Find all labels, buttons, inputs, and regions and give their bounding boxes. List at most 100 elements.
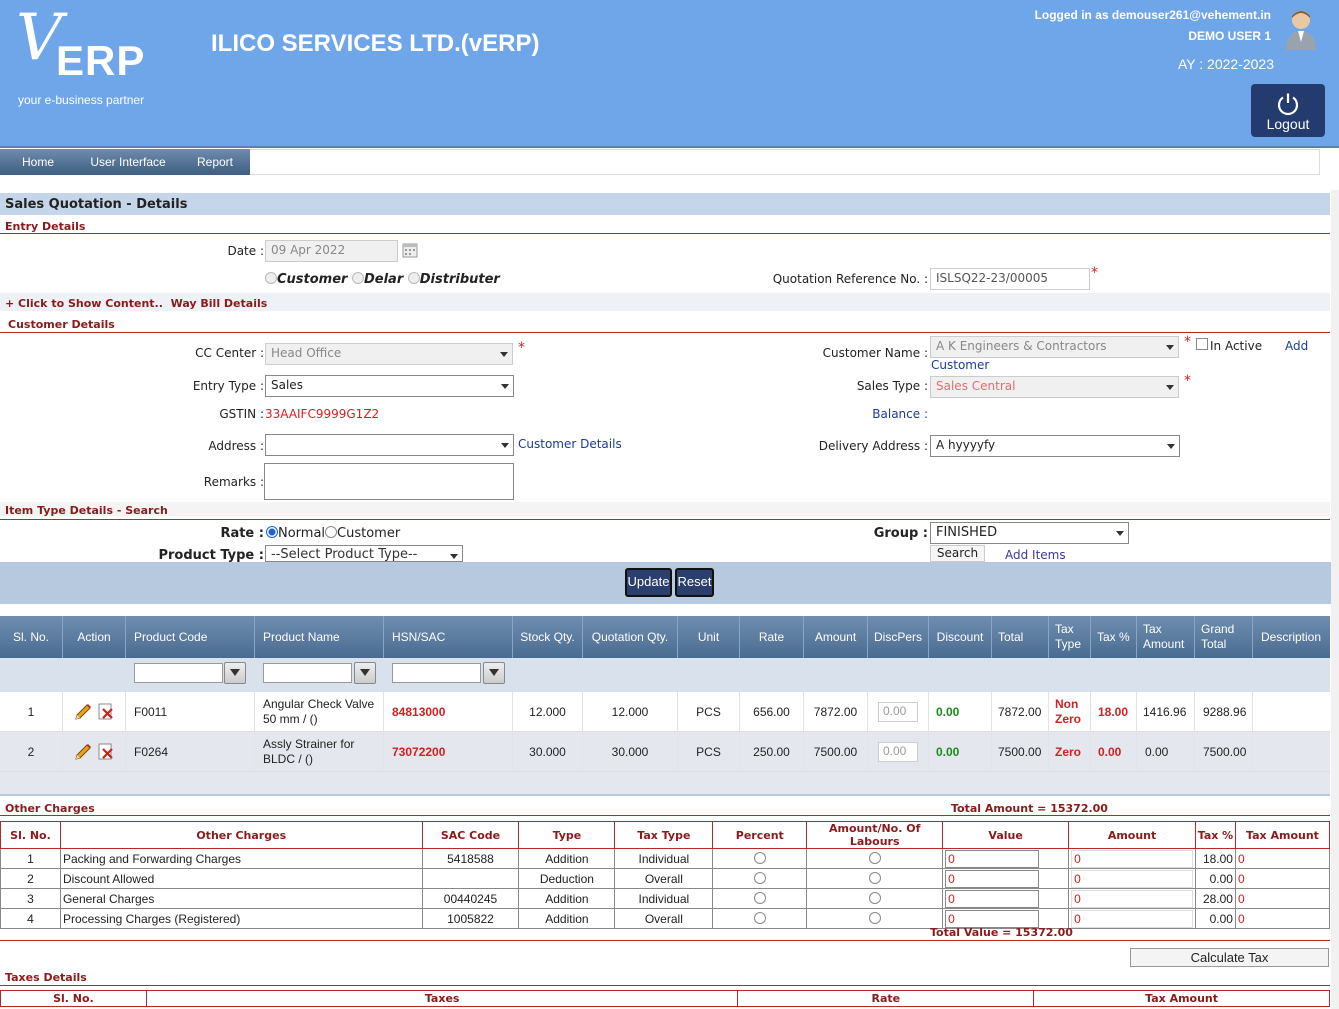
- date-label: Date :: [227, 244, 264, 258]
- cell-action: [63, 732, 126, 772]
- delete-icon[interactable]: [97, 743, 115, 761]
- item-section-title: Item Type Details - Search: [5, 504, 168, 517]
- calculate-tax-button[interactable]: Calculate Tax: [1130, 948, 1329, 967]
- oc-amount-radio[interactable]: [868, 891, 881, 904]
- grid-footer: [0, 772, 1330, 796]
- cell-product-name: Assly Strainer for BLDC / (): [255, 732, 384, 772]
- academic-year: AY : 2022-2023: [1178, 56, 1275, 72]
- oc-percent-cell: [712, 908, 808, 929]
- oc-amount-radio[interactable]: [868, 851, 881, 864]
- add-customer-link-2[interactable]: Customer: [931, 358, 989, 372]
- oc-value-input[interactable]: 0: [945, 889, 1040, 908]
- nav-user-interface[interactable]: User Interface: [76, 149, 180, 175]
- oc-value-input[interactable]: 0: [945, 849, 1040, 868]
- page-scrollbar[interactable]: [1331, 190, 1339, 1009]
- col-tax-type: Tax Type: [1049, 616, 1091, 658]
- section-rule: [0, 985, 1330, 986]
- cell-total: 7500.00: [992, 732, 1049, 772]
- radio-customer[interactable]: [265, 272, 277, 284]
- customer-details-link[interactable]: Customer Details: [518, 437, 622, 451]
- cell-quote-qty: 30.000: [583, 732, 678, 772]
- edit-icon[interactable]: [73, 742, 93, 762]
- oc-value-input[interactable]: 0: [945, 909, 1040, 928]
- add-items-link[interactable]: Add Items: [1005, 548, 1066, 562]
- oc-sac: 5418588: [421, 848, 520, 869]
- oc-value-cell: 0: [942, 868, 1070, 889]
- edit-icon[interactable]: [73, 702, 93, 722]
- cell-unit: PCS: [678, 732, 740, 772]
- add-customer-link[interactable]: Add: [1285, 339, 1308, 353]
- discpers-input[interactable]: 0.00: [878, 742, 918, 762]
- delivery-address-select[interactable]: A hyyyyfy: [930, 435, 1180, 457]
- cell-amount: 7872.00: [804, 692, 868, 732]
- entry-type-select[interactable]: Sales: [265, 375, 514, 397]
- filter-product-name-input[interactable]: [263, 663, 352, 683]
- search-button[interactable]: Search: [930, 545, 985, 562]
- oc-percent-radio[interactable]: [753, 891, 766, 904]
- cc-center-select[interactable]: Head Office: [265, 343, 513, 365]
- cell-description: [1253, 732, 1330, 772]
- radio-rate-normal[interactable]: [266, 526, 278, 538]
- oc-amount-radio[interactable]: [868, 871, 881, 884]
- gstin-label: GSTIN :: [219, 407, 264, 421]
- customer-name-select[interactable]: A K Engineers & Contractors: [930, 336, 1179, 358]
- filter-icon[interactable]: [224, 662, 246, 684]
- filter-hsn-input[interactable]: [392, 663, 481, 683]
- tax-col-slno: Sl. No.: [0, 990, 147, 1007]
- table-row: 2 F0264 Assly Strainer for BLDC / () 730…: [0, 732, 1330, 772]
- section-rule: [0, 519, 1330, 520]
- cell-rate: 250.00: [740, 732, 804, 772]
- radio-distributer[interactable]: [407, 272, 420, 284]
- filter-icon[interactable]: [354, 662, 376, 684]
- oc-value-cell: 0: [942, 888, 1070, 909]
- oc-tax-pct: 0.00: [1194, 908, 1236, 929]
- oc-percent-radio[interactable]: [753, 871, 766, 884]
- radio-rate-customer[interactable]: [325, 526, 338, 538]
- nav-divider: [0, 146, 1339, 148]
- oc-amount: 0: [1071, 909, 1193, 928]
- cell-discpers: 0.00: [868, 692, 929, 732]
- quote-ref-label: Quotation Reference No. :: [772, 272, 928, 286]
- radio-delar[interactable]: [351, 272, 364, 284]
- nav-report[interactable]: Report: [180, 149, 250, 175]
- col-tax-pct: Tax %: [1091, 616, 1137, 658]
- filter-product-code-input[interactable]: [134, 663, 223, 683]
- cell-slno: 1: [0, 692, 63, 732]
- logo-text: ERP: [56, 37, 146, 84]
- oc-tax-type: Individual: [614, 888, 714, 909]
- inactive-checkbox[interactable]: [1196, 338, 1208, 350]
- update-button[interactable]: Update: [625, 568, 672, 597]
- radio-customer-label: Customer: [277, 272, 348, 287]
- oc-name: Packing and Forwarding Charges: [59, 848, 423, 869]
- page-title-bar: [0, 193, 1330, 215]
- quote-ref-input[interactable]: ISLSQ22-23/00005: [930, 268, 1090, 290]
- oc-sac: [421, 868, 520, 889]
- filter-icon[interactable]: [483, 662, 505, 684]
- date-input[interactable]: 09 Apr 2022: [265, 240, 398, 262]
- cell-slno: 2: [0, 732, 63, 772]
- calendar-icon[interactable]: [402, 242, 418, 258]
- delete-icon[interactable]: [97, 703, 115, 721]
- nav-home[interactable]: Home: [0, 149, 76, 175]
- reset-button[interactable]: Reset: [675, 568, 714, 597]
- logout-button[interactable]: Logout: [1251, 84, 1325, 137]
- oc-col-tax-pct: Tax %: [1194, 821, 1236, 849]
- oc-col-name: Other Charges: [59, 821, 423, 849]
- oc-col-amount-labours: Amount/No. Of Labours: [806, 821, 944, 849]
- discpers-input[interactable]: 0.00: [878, 702, 918, 722]
- waybill-toggle[interactable]: + Click to Show Content.. Way Bill Detai…: [5, 297, 267, 310]
- col-amount: Amount: [804, 616, 868, 658]
- oc-value-input[interactable]: 0: [945, 869, 1040, 888]
- group-select[interactable]: FINISHED: [930, 522, 1129, 544]
- oc-percent-radio[interactable]: [753, 911, 766, 924]
- oc-percent-radio[interactable]: [753, 851, 766, 864]
- oc-type: Addition: [518, 848, 616, 869]
- oc-tax-pct: 0.00: [1194, 868, 1236, 889]
- oc-tax-pct: 28.00: [1194, 888, 1236, 909]
- sales-type-select[interactable]: Sales Central: [930, 376, 1179, 398]
- oc-amount-radio[interactable]: [868, 911, 881, 924]
- remarks-textarea[interactable]: [264, 463, 514, 500]
- cell-total: 7872.00: [992, 692, 1049, 732]
- address-select[interactable]: [265, 434, 514, 456]
- product-type-select[interactable]: --Select Product Type--: [265, 545, 463, 562]
